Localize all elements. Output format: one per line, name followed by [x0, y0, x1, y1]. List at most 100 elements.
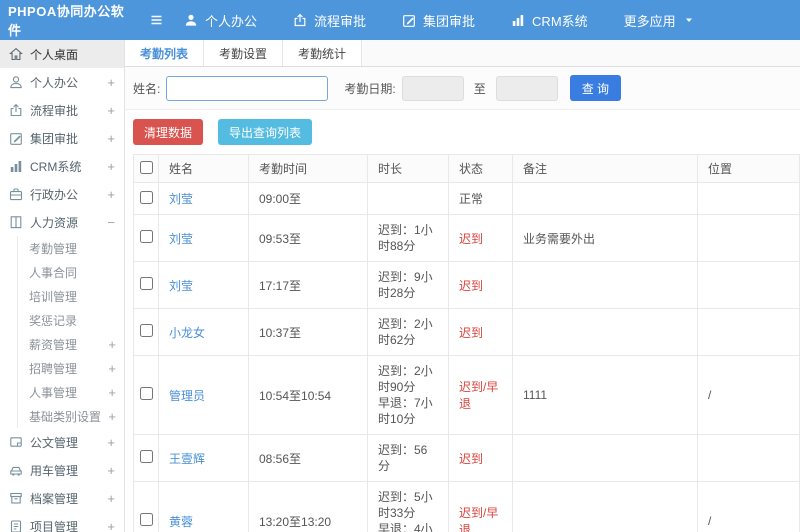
duration: 迟到：5小时33分 早退：4小时67分	[367, 481, 449, 532]
attendance-time: 17:17至	[248, 261, 368, 309]
remark	[512, 434, 698, 482]
sidebar-subitem-personnel-mgmt[interactable]: 人事管理 +	[18, 380, 124, 404]
nav-item-crm[interactable]: CRM系统	[511, 11, 588, 30]
col-header-duration: 时长	[367, 154, 449, 183]
name-input[interactable]	[166, 75, 329, 101]
top-navbar: PHPOA协同办公软件 个人办公 流程审批 集团审批 CRM系统 更多应用	[0, 0, 800, 40]
sidebar-subitem-attendance-mgmt[interactable]: 考勤管理	[18, 236, 124, 260]
attendance-time: 08:56至	[248, 434, 368, 482]
duration	[367, 182, 449, 215]
attendance-time: 09:53至	[248, 214, 368, 262]
location	[697, 434, 800, 482]
export-list-button[interactable]: 导出查询列表	[218, 119, 313, 145]
row-checkbox[interactable]	[140, 387, 153, 400]
edit-icon	[402, 13, 416, 27]
sidebar-item-crm[interactable]: CRM系统 +	[0, 152, 124, 180]
row-checkbox[interactable]	[140, 230, 153, 243]
clean-data-button[interactable]: 清理数据	[133, 119, 204, 145]
briefcase-icon	[9, 187, 23, 201]
sidebar-item-admin-office[interactable]: 行政办公 +	[0, 180, 124, 208]
sidebar-item-personal-desktop[interactable]: 个人桌面	[0, 40, 124, 68]
status-badge: 迟到	[448, 261, 513, 309]
row-checkbox[interactable]	[140, 324, 153, 337]
duration: 迟到：1小时88分	[367, 214, 449, 262]
doc-icon	[9, 435, 23, 449]
sidebar-subitem-salary-mgmt[interactable]: 薪资管理 +	[18, 332, 124, 356]
table-header-row: 姓名 考勤时间 时长 状态 备注 位置	[133, 154, 800, 183]
table-row: 小龙女 10:37至 迟到：2小时62分 迟到	[133, 308, 800, 356]
attendance-table-wrap: 姓名 考勤时间 时长 状态 备注 位置 刘莹 09:00至 正常 刘莹 09:5…	[125, 154, 800, 532]
attendance-time: 09:00至	[248, 182, 368, 215]
sidebar-item-personal-office[interactable]: 个人办公 +	[0, 68, 124, 96]
sidebar-item-group-approval[interactable]: 集团审批 +	[0, 124, 124, 152]
nav-item-personal-office[interactable]: 个人办公	[184, 11, 257, 30]
flow-icon	[293, 13, 307, 27]
nav-item-group-approval[interactable]: 集团审批	[402, 11, 475, 30]
sidebar-item-project-mgmt[interactable]: 项目管理 +	[0, 512, 124, 532]
hamburger-icon[interactable]	[149, 13, 164, 27]
sidebar: 个人桌面 个人办公 + 流程审批 + 集团审批 + CRM系统 + 行政办公 +	[0, 40, 125, 532]
tab-attendance-stats[interactable]: 考勤统计	[283, 40, 363, 66]
location	[697, 182, 800, 215]
location	[697, 261, 800, 309]
status-badge: 迟到	[448, 214, 513, 262]
sidebar-item-vehicle-mgmt[interactable]: 用车管理 +	[0, 456, 124, 484]
tab-bar: 考勤列表 考勤设置 考勤统计	[125, 40, 800, 67]
date-from-input[interactable]	[401, 75, 464, 101]
chart-icon	[9, 159, 23, 173]
location	[697, 308, 800, 356]
sidebar-subitem-reward-records[interactable]: 奖惩记录	[18, 308, 124, 332]
row-checkbox[interactable]	[140, 190, 153, 204]
action-buttons: 清理数据 导出查询列表	[125, 110, 800, 154]
date-to-input[interactable]	[495, 75, 558, 101]
table-row: 刘莹 09:53至 迟到：1小时88分 迟到 业务需要外出	[133, 214, 800, 262]
col-header-remark: 备注	[512, 154, 698, 183]
remark: 1111	[512, 355, 698, 435]
sidebar-item-hr[interactable]: 人力资源 −	[0, 208, 124, 236]
col-header-status: 状态	[448, 154, 513, 183]
flow-icon	[9, 103, 23, 117]
status-badge: 正常	[448, 182, 513, 215]
table-row: 刘莹 09:00至 正常	[133, 182, 800, 215]
sidebar-item-document-mgmt[interactable]: 公文管理 +	[0, 428, 124, 456]
tab-attendance-list[interactable]: 考勤列表	[125, 40, 205, 66]
location: /	[697, 355, 800, 435]
select-all-checkbox[interactable]	[140, 160, 153, 174]
employee-name-link[interactable]: 小龙女	[169, 326, 205, 340]
duration: 迟到：2小时90分 早退：7小时10分	[367, 355, 449, 435]
table-row: 黄蓉 13:20至13:20 迟到：5小时33分 早退：4小时67分 迟到/早退…	[133, 481, 800, 532]
home-icon	[9, 47, 23, 61]
main-content: 考勤列表 考勤设置 考勤统计 姓名: 考勤日期: 至 查 询 清理数据 导出查询…	[125, 40, 800, 532]
tab-attendance-settings[interactable]: 考勤设置	[204, 40, 284, 66]
col-header-location: 位置	[697, 154, 800, 183]
project-icon	[9, 519, 23, 532]
table-row: 管理员 10:54至10:54 迟到：2小时90分 早退：7小时10分 迟到/早…	[133, 355, 800, 435]
sidebar-subitem-training-mgmt[interactable]: 培训管理	[18, 284, 124, 308]
remark	[512, 261, 698, 309]
table-row: 王壹辉 08:56至 迟到：56分 迟到	[133, 434, 800, 482]
sidebar-item-archive-mgmt[interactable]: 档案管理 +	[0, 484, 124, 512]
employee-name-link[interactable]: 管理员	[169, 389, 205, 403]
nav-item-more-apps[interactable]: 更多应用	[624, 11, 695, 30]
sidebar-subitem-base-category[interactable]: 基础类别设置 +	[18, 404, 124, 428]
attendance-table: 姓名 考勤时间 时长 状态 备注 位置 刘莹 09:00至 正常 刘莹 09:5…	[133, 154, 800, 532]
row-checkbox[interactable]	[140, 450, 153, 463]
nav-item-workflow-approval[interactable]: 流程审批	[293, 11, 366, 30]
employee-name-link[interactable]: 刘莹	[169, 232, 193, 246]
attendance-time: 10:37至	[248, 308, 368, 356]
app-logo: PHPOA协同办公软件	[8, 4, 125, 38]
hr-icon	[9, 215, 23, 229]
car-icon	[9, 463, 23, 477]
search-button[interactable]: 查 询	[569, 75, 622, 101]
sidebar-subitem-recruit-mgmt[interactable]: 招聘管理 +	[18, 356, 124, 380]
sidebar-item-workflow-approval[interactable]: 流程审批 +	[0, 96, 124, 124]
row-checkbox[interactable]	[140, 277, 153, 290]
employee-name-link[interactable]: 王壹辉	[169, 452, 205, 466]
sidebar-subitem-personnel-contract[interactable]: 人事合同	[18, 260, 124, 284]
employee-name-link[interactable]: 黄蓉	[169, 515, 193, 529]
to-label: 至	[473, 81, 486, 96]
row-checkbox[interactable]	[140, 513, 153, 526]
employee-name-link[interactable]: 刘莹	[169, 192, 193, 206]
archive-icon	[9, 491, 23, 505]
employee-name-link[interactable]: 刘莹	[169, 279, 193, 293]
